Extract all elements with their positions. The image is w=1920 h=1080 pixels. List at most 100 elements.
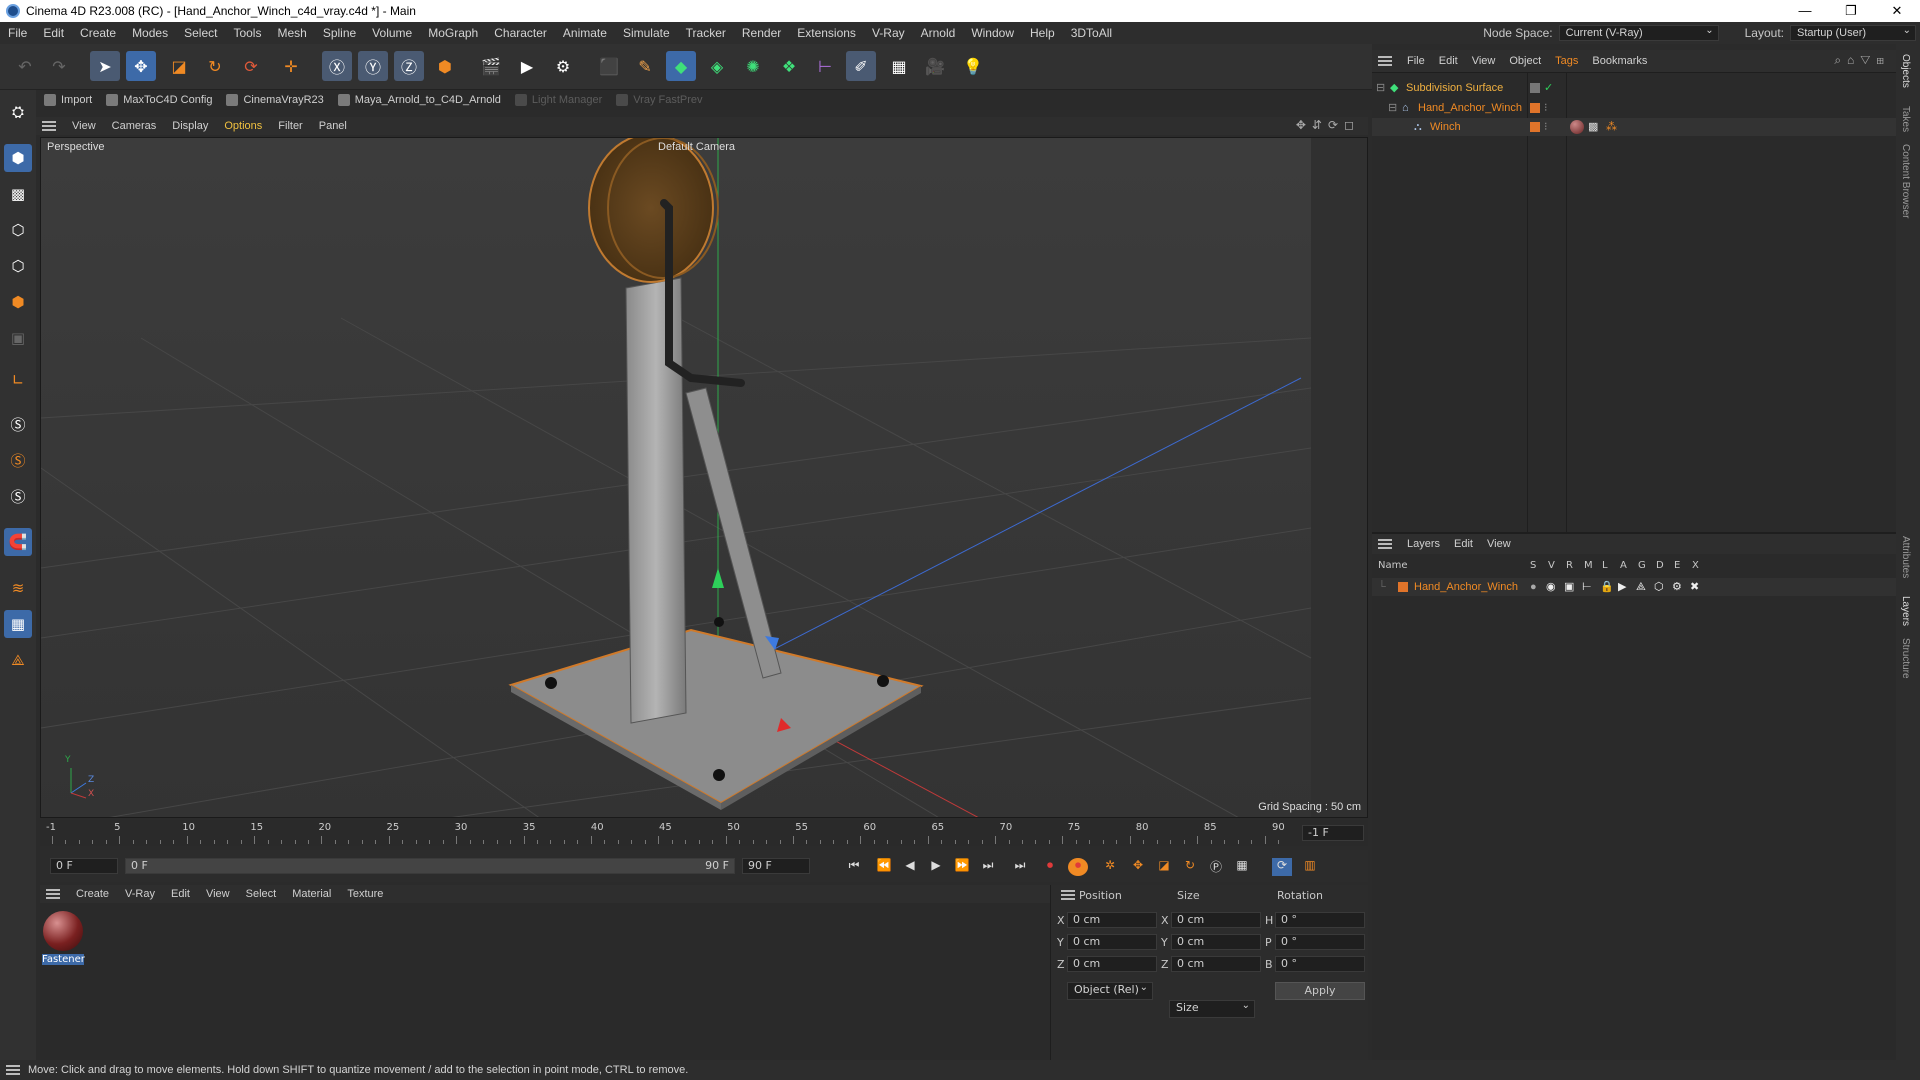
layer-color-swatch[interactable] <box>1398 582 1408 592</box>
menu-mograph[interactable]: MoGraph <box>420 26 486 40</box>
coordinate-mode-select[interactable]: Object (Rel) <box>1067 981 1153 1000</box>
key-position-icon[interactable]: ✥ <box>1128 858 1148 876</box>
layer-lock-icon[interactable]: 🔒 <box>1600 578 1614 596</box>
node-space-select[interactable]: Current (V-Ray) <box>1558 24 1719 41</box>
object-row-subdivision-surface[interactable]: ⊟ ◆ Subdivision Surface ✓ <box>1372 79 1896 97</box>
menu-select[interactable]: Select <box>176 26 225 40</box>
object-manager-tools-icons[interactable]: ⌕⌂▽⊞ <box>1834 53 1890 68</box>
layer-animation-icon[interactable]: ▶ <box>1618 578 1626 596</box>
object-menu-tags[interactable]: Tags <box>1548 55 1585 67</box>
object-row-hand-anchor-winch[interactable]: ⊟ ⌂ Hand_Anchor_Winch ⁝ <box>1372 99 1896 117</box>
psr-tool-icon[interactable]: ⟳ <box>236 51 266 81</box>
go-to-start-icon[interactable]: ⏮ <box>844 858 864 876</box>
pos-y-field[interactable]: 0 cm <box>1067 934 1157 950</box>
menu-animate[interactable]: Animate <box>555 26 615 40</box>
redo-icon[interactable]: ↷ <box>44 51 74 81</box>
layer-menu-view[interactable]: View <box>1480 538 1518 550</box>
previous-frame-icon[interactable]: ◀ <box>900 858 920 876</box>
menu-extensions[interactable]: Extensions <box>789 26 864 40</box>
select-tool-icon[interactable]: ➤ <box>90 51 120 81</box>
current-frame-field[interactable]: -1 F <box>1302 825 1364 841</box>
light-icon[interactable]: 💡 <box>958 51 988 81</box>
key-scale-icon[interactable]: ◪ <box>1154 858 1174 876</box>
layer-expression-icon[interactable]: ⚙ <box>1672 578 1682 596</box>
make-editable-icon[interactable]: ⛭ <box>4 98 32 126</box>
scale-tool-icon[interactable]: ◪ <box>164 51 194 81</box>
size-x-field[interactable]: 0 cm <box>1171 912 1261 928</box>
render-settings-icon[interactable]: ⚙ <box>548 51 578 81</box>
side-tab-content-browser[interactable]: Content Browser <box>1900 144 1911 218</box>
rot-h-field[interactable]: 0 ° <box>1275 912 1365 928</box>
vray-fastprev-button[interactable]: Vray FastPrev <box>616 94 703 106</box>
y-axis-lock-icon[interactable]: Ⓨ <box>358 51 388 81</box>
frame-range-slider[interactable]: 0 F 90 F <box>125 858 735 874</box>
menu-volume[interactable]: Volume <box>364 26 420 40</box>
material-menu-texture[interactable]: Texture <box>339 888 391 900</box>
key-parameter-icon[interactable]: Ⓟ <box>1206 858 1226 876</box>
layer-menu-edit[interactable]: Edit <box>1447 538 1480 550</box>
grid-snap-icon[interactable]: ▦ <box>4 610 32 638</box>
object-row-winch[interactable]: ⛬ Winch ⁝ ▩ ⁂ <box>1372 118 1896 136</box>
floor-icon[interactable]: ▦ <box>884 51 914 81</box>
visibility-dots-icon[interactable]: ⁝ <box>1544 99 1548 117</box>
object-menu-view[interactable]: View <box>1465 55 1503 67</box>
viewport-menu-icon[interactable] <box>42 121 56 131</box>
motion-system-icon[interactable]: ⟳ <box>1272 858 1292 876</box>
tree-expand-icon[interactable]: ⊟ <box>1388 99 1397 117</box>
layer-solo-icon[interactable]: ● <box>1530 578 1537 596</box>
layer-xref-icon[interactable]: ✖ <box>1690 578 1699 596</box>
viewport-menu-display[interactable]: Display <box>164 120 216 132</box>
rotate-tool-icon[interactable]: ↻ <box>200 51 230 81</box>
menu-simulate[interactable]: Simulate <box>615 26 678 40</box>
undo-icon[interactable]: ↶ <box>10 51 40 81</box>
object-menu-bookmarks[interactable]: Bookmarks <box>1585 55 1654 67</box>
model-mode-icon[interactable]: ⬢ <box>4 144 32 172</box>
menu-arnold[interactable]: Arnold <box>913 26 964 40</box>
size-y-field[interactable]: 0 cm <box>1171 934 1261 950</box>
material-menu-select[interactable]: Select <box>238 888 285 900</box>
layer-color-swatch[interactable] <box>1530 122 1540 132</box>
coordinates-menu-icon[interactable] <box>1061 890 1075 900</box>
maya-arnold-button[interactable]: Maya_Arnold_to_C4D_Arnold <box>337 94 501 106</box>
planar-workplane-icon[interactable]: ⟁ <box>4 646 32 674</box>
viewport-menu-filter[interactable]: Filter <box>270 120 310 132</box>
layer-color-swatch[interactable] <box>1530 83 1540 93</box>
texture-tag-icon[interactable]: ▩ <box>1588 118 1598 136</box>
layer-visible-icon[interactable]: ◉ <box>1546 578 1556 596</box>
vertical-post[interactable] <box>625 277 687 724</box>
material-tag-icon[interactable] <box>1570 120 1584 134</box>
material-menu-material[interactable]: Material <box>284 888 339 900</box>
transform-tool-icon[interactable]: ✛ <box>276 51 306 81</box>
go-to-end-icon[interactable]: ⏭ <box>1010 858 1030 876</box>
size-z-field[interactable]: 0 cm <box>1171 956 1261 972</box>
side-tab-objects[interactable]: Objects <box>1900 54 1911 88</box>
field-icon[interactable]: ✐ <box>846 51 876 81</box>
solo-icon[interactable]: Ⓢ <box>4 410 32 438</box>
side-tab-attributes[interactable]: Attributes <box>1900 536 1911 578</box>
viewport-menu-cameras[interactable]: Cameras <box>104 120 165 132</box>
play-icon[interactable]: ▶ <box>926 858 946 876</box>
extrude-icon[interactable]: ◈ <box>702 51 732 81</box>
rot-b-field[interactable]: 0 ° <box>1275 956 1365 972</box>
menu-file[interactable]: File <box>0 26 35 40</box>
point-mode-icon[interactable]: ⬡ <box>4 216 32 244</box>
material-menu-create[interactable]: Create <box>68 888 117 900</box>
layer-color-swatch[interactable] <box>1530 103 1540 113</box>
axis-mode-icon[interactable]: ∟ <box>4 366 32 394</box>
menu-edit[interactable]: Edit <box>35 26 72 40</box>
menu-spline[interactable]: Spline <box>315 26 364 40</box>
timeline-ruler[interactable]: -1 5 10 15 20 25 30 35 40 45 50 55 60 65 70 75 80 85 90 -1… <box>40 820 1368 846</box>
material-menu-view[interactable]: View <box>198 888 238 900</box>
menu-help[interactable]: Help <box>1022 26 1063 40</box>
layer-manager-icon[interactable]: ⊢ <box>1582 578 1592 596</box>
apply-button[interactable]: Apply <box>1275 982 1365 1000</box>
material-swatch-fastener[interactable]: Fastener <box>42 911 85 971</box>
layer-menu-layers[interactable]: Layers <box>1400 538 1447 550</box>
object-menu-object[interactable]: Object <box>1502 55 1548 67</box>
menu-window[interactable]: Window <box>963 26 1022 40</box>
layer-menu-icon[interactable] <box>1378 539 1392 549</box>
status-menu-icon[interactable] <box>6 1065 20 1075</box>
cloner-icon[interactable]: ✺ <box>738 51 768 81</box>
cube-primitive-icon[interactable]: ⬛ <box>594 51 624 81</box>
close-button[interactable]: ✕ <box>1874 0 1920 22</box>
